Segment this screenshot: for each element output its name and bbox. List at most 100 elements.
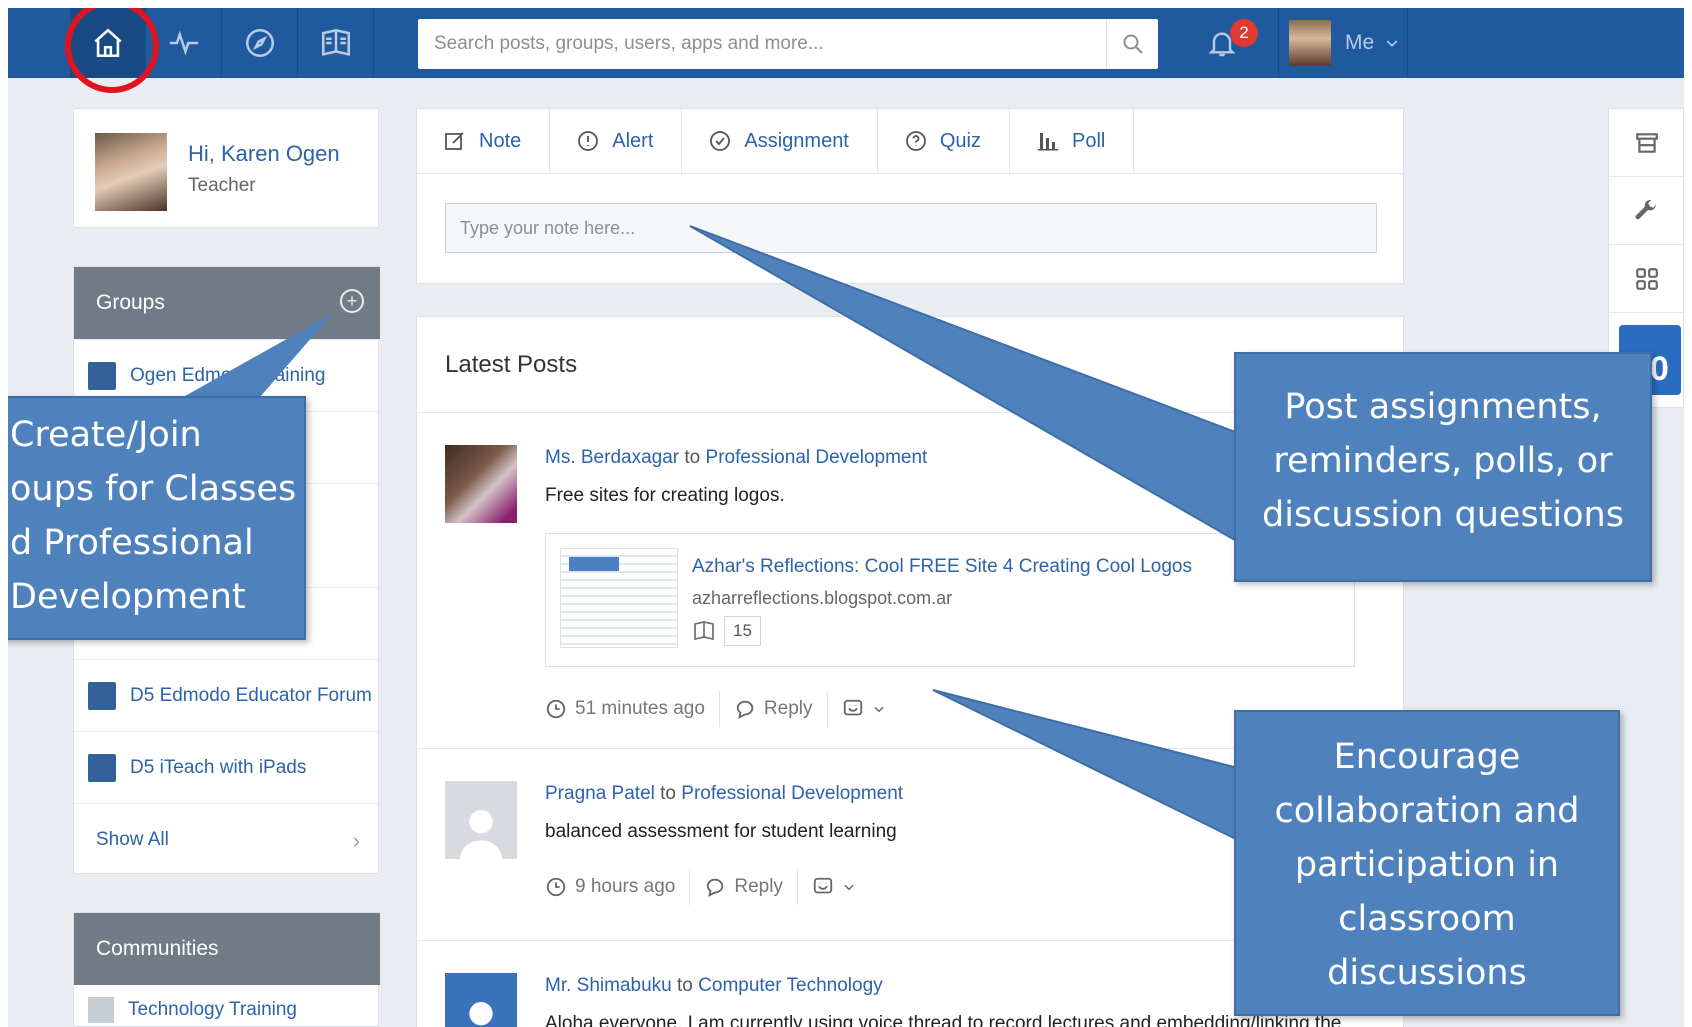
- chevron-down-icon: [872, 702, 886, 716]
- clock-icon: [545, 876, 567, 898]
- backpack-count[interactable]: 15: [692, 616, 761, 646]
- group-label: Ogen Edmodo Training: [130, 364, 326, 386]
- search-input[interactable]: [418, 19, 1108, 69]
- profile-role: Teacher: [188, 175, 256, 196]
- feed-callout: Encourage collaboration and participatio…: [1234, 710, 1620, 1016]
- author-link[interactable]: Pragna Patel: [545, 783, 655, 804]
- activity-icon: [167, 26, 201, 60]
- edmodo-page: 2 Me Hi, Karen Ogen Teacher Groups + Oge…: [8, 8, 1684, 1027]
- link-thumbnail: [560, 548, 678, 648]
- reply-label: Reply: [734, 876, 783, 897]
- groups-header: Groups +: [74, 267, 380, 339]
- backpack-count-value: 15: [724, 616, 761, 646]
- discover-nav-button[interactable]: [222, 8, 298, 78]
- timestamp: 9 hours ago: [545, 869, 691, 905]
- show-all-groups[interactable]: Show All ›: [74, 803, 380, 875]
- tab-quiz-label: Quiz: [939, 129, 981, 152]
- tab-note-label: Note: [479, 129, 522, 152]
- post-body: Aloha everyone, I am currently using voi…: [545, 1013, 1342, 1027]
- group-item[interactable]: D5 iTeach with iPads: [74, 731, 380, 803]
- post-body: balanced assessment for student learning: [545, 821, 897, 842]
- wrench-icon: [1634, 198, 1660, 224]
- show-all-label: Show All: [96, 828, 169, 850]
- group-link[interactable]: Computer Technology: [698, 975, 882, 996]
- group-label: D5 iTeach with iPads: [130, 756, 307, 778]
- assignment-icon: [708, 129, 732, 153]
- clock-icon: [545, 698, 567, 720]
- tab-note[interactable]: Note: [417, 109, 551, 173]
- tab-alert-label: Alert: [612, 129, 654, 152]
- tab-alert[interactable]: Alert: [550, 109, 683, 173]
- groups-title: Groups: [96, 291, 165, 314]
- notification-badge: 2: [1230, 19, 1258, 47]
- timestamp: 51 minutes ago: [545, 691, 720, 727]
- tab-quiz[interactable]: Quiz: [878, 109, 1010, 173]
- profile-photo[interactable]: [95, 133, 167, 211]
- tab-assignment[interactable]: Assignment: [682, 109, 878, 173]
- connector-text: to: [677, 975, 693, 996]
- tab-assignment-label: Assignment: [744, 129, 849, 152]
- tab-poll[interactable]: Poll: [1010, 109, 1135, 173]
- reply-button[interactable]: Reply: [734, 691, 828, 727]
- home-nav-button[interactable]: [70, 8, 146, 78]
- profile-greeting[interactable]: Hi, Karen Ogen: [188, 141, 340, 167]
- reaction-icon: [812, 876, 834, 898]
- backpack-nav-button[interactable]: [298, 8, 374, 78]
- group-link[interactable]: Professional Development: [681, 783, 903, 804]
- group-label: D5 Edmodo Educator Forum: [130, 684, 372, 706]
- avatar: [1289, 20, 1331, 66]
- note-icon: [443, 129, 467, 153]
- apps-grid-icon: [1634, 266, 1660, 292]
- author-link[interactable]: Ms. Berdaxagar: [545, 447, 679, 468]
- tab-poll-label: Poll: [1072, 129, 1106, 152]
- composer-tabs: Note Alert Assignment Quiz Poll: [417, 109, 1137, 173]
- quiz-icon: [904, 129, 928, 153]
- poll-icon: [1036, 129, 1060, 153]
- user-icon: [88, 997, 114, 1023]
- backpack-icon: [319, 26, 353, 60]
- tools-button[interactable]: [1609, 177, 1684, 245]
- author-avatar[interactable]: [445, 445, 517, 523]
- author-avatar[interactable]: [445, 973, 517, 1027]
- group-link[interactable]: Professional Development: [706, 447, 928, 468]
- reply-icon: [704, 876, 726, 898]
- reply-button[interactable]: Reply: [704, 869, 798, 905]
- store-button[interactable]: [1609, 109, 1684, 177]
- timestamp-text: 9 hours ago: [575, 876, 676, 897]
- community-item[interactable]: Technology Training: [74, 985, 380, 1027]
- post-meta: Ms. Berdaxagar to Professional Developme…: [545, 447, 927, 469]
- timestamp-text: 51 minutes ago: [575, 698, 705, 719]
- link-title[interactable]: Azhar's Reflections: Cool FREE Site 4 Cr…: [692, 556, 1192, 578]
- alert-icon: [576, 129, 600, 153]
- search-icon: [1121, 32, 1145, 56]
- chevron-down-icon: [842, 880, 856, 894]
- feed-callout-text: Encourage collaboration and participatio…: [1274, 737, 1580, 993]
- composer-callout: Post assignments, reminders, polls, or d…: [1234, 352, 1652, 582]
- compass-icon: [243, 26, 277, 60]
- search-button[interactable]: [1106, 19, 1158, 69]
- author-link[interactable]: Mr. Shimabuku: [545, 975, 672, 996]
- reaction-button[interactable]: [812, 869, 870, 905]
- post-composer: Note Alert Assignment Quiz Poll Type you…: [416, 108, 1405, 284]
- apps-button[interactable]: [1609, 245, 1684, 313]
- activity-nav-button[interactable]: [146, 8, 222, 78]
- profile-card: Hi, Karen Ogen Teacher: [73, 108, 379, 228]
- group-icon: [88, 681, 116, 710]
- group-item[interactable]: D5 Edmodo Educator Forum: [74, 659, 380, 731]
- link-url: azharreflections.blogspot.com.ar: [692, 588, 953, 608]
- groups-callout-text: Create/Join oups for Classes d Professio…: [10, 415, 297, 617]
- composer-callout-text: Post assignments, reminders, polls, or d…: [1262, 387, 1624, 535]
- connector-text: to: [660, 783, 676, 804]
- note-input[interactable]: Type your note here...: [445, 203, 1377, 253]
- post-meta: Pragna Patel to Professional Development: [545, 783, 903, 805]
- account-menu[interactable]: Me: [1278, 8, 1408, 78]
- post-actions: 9 hours ago Reply: [545, 869, 884, 905]
- reaction-icon: [842, 698, 864, 720]
- author-avatar[interactable]: [445, 781, 517, 859]
- reaction-button[interactable]: [842, 691, 900, 727]
- add-group-icon[interactable]: +: [340, 289, 364, 313]
- chevron-right-icon: ›: [352, 828, 360, 853]
- groups-callout: Create/Join oups for Classes d Professio…: [8, 396, 306, 640]
- composer-divider: [417, 173, 1405, 174]
- reply-icon: [734, 698, 756, 720]
